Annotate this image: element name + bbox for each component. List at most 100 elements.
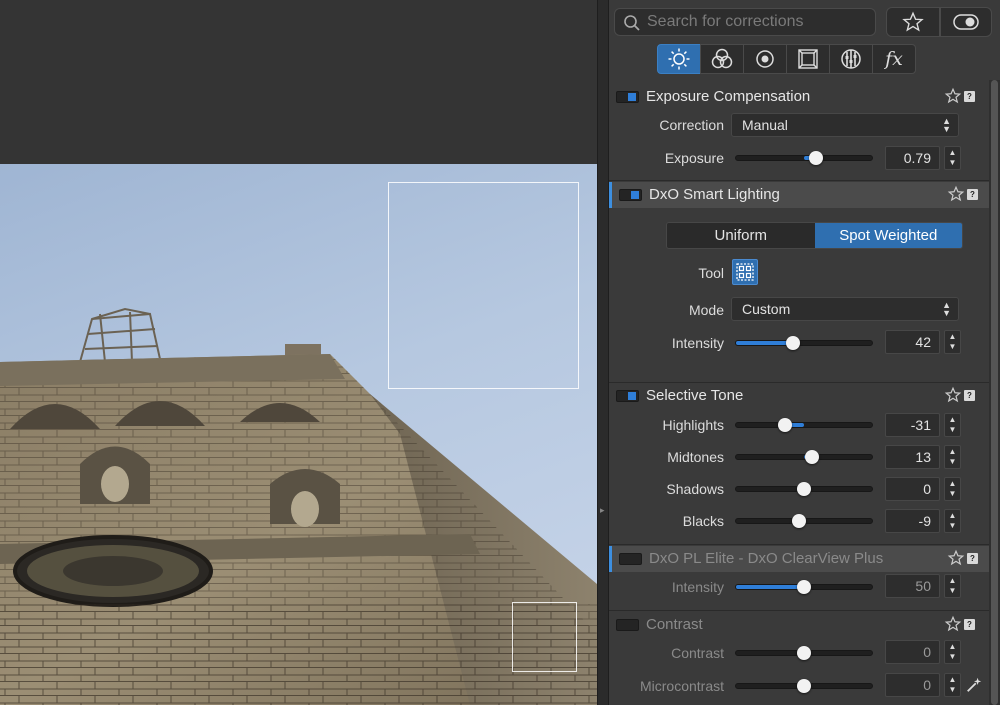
slider-knob[interactable] (791, 514, 806, 528)
midtones-stepper[interactable]: ▲ ▼ (944, 445, 961, 469)
contrast-label: Contrast (671, 645, 724, 661)
star-icon[interactable] (947, 548, 965, 568)
blacks-stepper[interactable]: ▲ ▼ (944, 509, 961, 533)
tab-geometry[interactable] (786, 44, 830, 74)
help-icon[interactable]: ? (964, 390, 975, 401)
section-title: Contrast (646, 616, 703, 633)
blacks-value-field[interactable]: -9 (885, 509, 940, 533)
slider-knob[interactable] (797, 580, 811, 594)
search-input[interactable] (647, 12, 867, 32)
section-smart-lighting-header[interactable]: DxO Smart Lighting ? (609, 182, 989, 208)
contrast-slider[interactable] (735, 646, 873, 660)
shadows-stepper[interactable]: ▲ ▼ (944, 477, 961, 501)
clearview-intensity-field[interactable]: 50 (885, 574, 940, 598)
microcontrast-slider[interactable] (735, 679, 873, 693)
spot-zone-icon (736, 263, 754, 281)
exposure-stepper[interactable]: ▲ ▼ (944, 146, 961, 170)
clearview-enable-toggle[interactable] (619, 553, 642, 565)
smart-lighting-intensity-field[interactable]: 42 (885, 330, 940, 354)
palette-tabs: fx (657, 44, 916, 74)
section-selective-tone-header[interactable]: Selective Tone ? (609, 383, 989, 409)
slider-knob[interactable] (809, 151, 824, 165)
section-contrast-header[interactable]: Contrast ? (609, 612, 989, 638)
sun-icon (668, 48, 690, 70)
microcontrast-stepper[interactable]: ▲ ▼ (944, 673, 961, 697)
slider-knob[interactable] (786, 336, 801, 350)
tab-light[interactable] (657, 44, 701, 74)
color-circles-icon (711, 48, 733, 69)
smart-lighting-enable-toggle[interactable] (619, 189, 642, 201)
shadows-value-field[interactable]: 0 (885, 477, 940, 501)
slider-knob[interactable] (797, 482, 811, 496)
selective-tone-enable-toggle[interactable] (616, 390, 639, 402)
star-icon[interactable] (944, 385, 962, 405)
highlights-stepper[interactable]: ▲ ▼ (944, 413, 961, 437)
shadows-label: Shadows (666, 481, 724, 497)
clearview-intensity-stepper[interactable]: ▲ ▼ (944, 574, 961, 598)
star-icon[interactable] (944, 86, 962, 106)
panel-scrollbar[interactable] (989, 80, 1000, 705)
favorites-button[interactable] (886, 7, 940, 37)
mode-select[interactable]: Custom ▲ ▼ (731, 297, 959, 321)
exposure-enable-toggle[interactable] (616, 91, 639, 103)
smart-lighting-intensity-stepper[interactable]: ▲ ▼ (944, 330, 961, 354)
star-icon[interactable] (947, 184, 965, 204)
help-icon[interactable]: ? (967, 189, 978, 200)
slider-knob[interactable] (777, 418, 792, 432)
star-icon[interactable] (944, 614, 962, 634)
microcontrast-value-field[interactable]: 0 (885, 673, 940, 697)
spot-weighted-zone-wall[interactable] (512, 602, 577, 672)
image-viewer[interactable] (0, 0, 597, 705)
collapse-arrow-icon[interactable]: ▸ (600, 505, 605, 516)
midtones-value-field[interactable]: 13 (885, 445, 940, 469)
scrollbar-thumb[interactable] (991, 80, 998, 705)
show-active-toggle-button[interactable] (940, 7, 992, 37)
search-field[interactable] (614, 8, 876, 36)
contrast-enable-toggle[interactable] (616, 619, 639, 631)
slider-knob[interactable] (797, 679, 811, 693)
shadows-slider[interactable] (735, 482, 873, 496)
highlights-label: Highlights (662, 417, 724, 433)
smart-lighting-intensity-slider[interactable] (735, 336, 873, 350)
help-icon[interactable]: ? (964, 91, 975, 102)
highlights-slider[interactable] (735, 418, 873, 432)
tab-color[interactable] (700, 44, 744, 74)
help-icon[interactable]: ? (964, 619, 975, 630)
search-icon (624, 15, 640, 31)
clearview-intensity-slider[interactable] (735, 580, 873, 594)
magic-wand-icon[interactable] (965, 676, 983, 694)
fx-label: fx (885, 48, 903, 70)
segment-uniform[interactable]: Uniform (667, 223, 815, 248)
section-title: Exposure Compensation (646, 88, 811, 105)
photo-preview[interactable] (0, 164, 597, 705)
section-exposure-header[interactable]: Exposure Compensation ? (609, 84, 989, 110)
exposure-slider[interactable] (735, 151, 873, 165)
contrast-value-field[interactable]: 0 (885, 640, 940, 664)
spot-weighted-zone-sky[interactable] (388, 182, 579, 389)
updown-chevron-icon: ▲ ▼ (942, 116, 951, 134)
tab-detail[interactable] (743, 44, 787, 74)
spot-tool-button[interactable] (732, 259, 758, 285)
midtones-slider[interactable] (735, 450, 873, 464)
contrast-stepper[interactable]: ▲ ▼ (944, 640, 961, 664)
mode-label: Mode (688, 302, 724, 318)
segment-spot-weighted[interactable]: Spot Weighted (814, 223, 962, 248)
highlights-value-field[interactable]: -31 (885, 413, 940, 437)
midtones-label: Midtones (667, 449, 724, 465)
help-icon[interactable]: ? (967, 553, 978, 564)
exposure-value-field[interactable]: 0.79 (885, 146, 940, 170)
panel-divider[interactable]: ▸ (597, 0, 609, 705)
correction-value: Manual (742, 117, 788, 133)
section-title: Selective Tone (646, 387, 744, 404)
section-title: DxO PL Elite - DxO ClearView Plus (649, 550, 884, 567)
tab-local-adjustments[interactable] (829, 44, 873, 74)
slider-knob[interactable] (805, 450, 820, 464)
correction-select[interactable]: Manual ▲ ▼ (731, 113, 959, 137)
section-clearview-header[interactable]: DxO PL Elite - DxO ClearView Plus ? (609, 546, 989, 572)
correction-label: Correction (659, 117, 724, 133)
tab-effects[interactable]: fx (872, 44, 916, 74)
local-adjust-icon (841, 49, 861, 69)
blacks-slider[interactable] (735, 514, 873, 528)
slider-knob[interactable] (797, 646, 811, 660)
mode-value: Custom (742, 301, 791, 317)
